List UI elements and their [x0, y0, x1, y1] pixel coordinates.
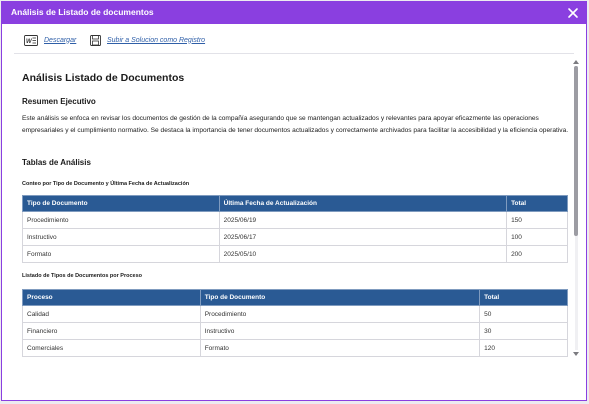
- table-row: Comerciales Formato 120: [22, 339, 568, 357]
- table-row: Calidad Procedimiento 50: [22, 305, 568, 323]
- table-cell: 2025/06/17: [218, 228, 508, 246]
- report-title: Análisis Listado de Documentos: [22, 72, 185, 84]
- table-header-row: Tipo de Documento Última Fecha de Actual…: [22, 195, 568, 212]
- table-cell: Procedimiento: [199, 305, 481, 323]
- scroll-up-icon[interactable]: [573, 60, 579, 64]
- summary-heading: Resumen Ejecutivo: [22, 97, 96, 106]
- column-header: Total: [479, 289, 568, 306]
- doc-type-table: Tipo de Documento Última Fecha de Actual…: [22, 195, 568, 263]
- floppy-disk-icon: [90, 34, 101, 46]
- table-row: Instructivo 2025/06/17 100: [22, 228, 568, 246]
- table-row: Formato 2025/05/10 200: [22, 245, 568, 263]
- table-cell: Calidad: [22, 305, 201, 323]
- table-cell: 120: [479, 339, 568, 357]
- column-header: Tipo de Documento: [22, 195, 220, 212]
- analysis-dialog: Análisis de Listado de documentos W Desc…: [1, 1, 587, 401]
- report-content: Análisis Listado de Documentos Resumen E…: [22, 64, 570, 364]
- save-record-label: Subir a Solucion como Registro: [107, 36, 206, 44]
- table-cell: 2025/05/10: [218, 245, 508, 263]
- table-cell: Formato: [22, 245, 220, 263]
- column-header: Proceso: [22, 289, 201, 306]
- table-cell: 150: [506, 211, 568, 229]
- table-cell: Formato: [199, 339, 481, 357]
- summary-text: Este análisis se enfoca en revisar los d…: [22, 115, 569, 134]
- table-header-row: Proceso Tipo de Documento Total: [22, 289, 568, 306]
- table1-caption: Conteo por Tipo de Documento y Última Fe…: [22, 181, 190, 187]
- table2-caption: Listado de Tipos de Documentos por Proce…: [22, 273, 143, 279]
- table-cell: Instructivo: [199, 322, 481, 340]
- table-cell: 200: [506, 245, 568, 263]
- download-label: Descargar: [44, 36, 77, 44]
- table-cell: Comerciales: [22, 339, 201, 357]
- dialog-titlebar: Análisis de Listado de documentos: [2, 2, 586, 24]
- table-cell: Procedimiento: [22, 211, 220, 229]
- column-header: Tipo de Documento: [199, 289, 481, 306]
- table-cell: 50: [479, 305, 568, 323]
- column-header: Última Fecha de Actualización: [218, 195, 508, 212]
- column-header: Total: [506, 195, 568, 212]
- tables-heading: Tablas de Análisis: [22, 158, 91, 167]
- table-cell: Financiero: [22, 322, 201, 340]
- dialog-title: Análisis de Listado de documentos: [11, 7, 154, 17]
- table-row: Financiero Instructivo 30: [22, 322, 568, 340]
- table-cell: 30: [479, 322, 568, 340]
- process-table: Proceso Tipo de Documento Total Calidad …: [22, 289, 568, 357]
- table-cell: 2025/06/19: [218, 211, 508, 229]
- download-button[interactable]: W Descargar: [24, 33, 76, 47]
- save-record-button[interactable]: Subir a Solucion como Registro: [90, 33, 205, 47]
- close-icon[interactable]: [566, 6, 580, 20]
- scroll-thumb[interactable]: [574, 66, 578, 236]
- table-cell: 100: [506, 228, 568, 246]
- scroll-down-icon[interactable]: [573, 352, 579, 356]
- vertical-scrollbar[interactable]: [572, 60, 580, 356]
- word-document-icon: W: [24, 34, 38, 46]
- table-row: Procedimiento 2025/06/19 150: [22, 211, 568, 229]
- table-cell: Instructivo: [22, 228, 220, 246]
- dialog-toolbar: W Descargar Subir a Solucion como Regist…: [14, 28, 574, 54]
